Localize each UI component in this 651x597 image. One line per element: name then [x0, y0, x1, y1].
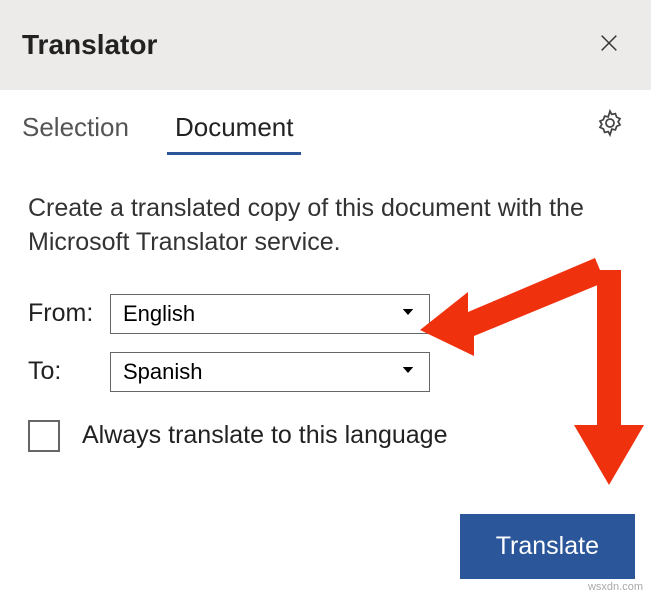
from-language-value: English [123, 301, 195, 327]
always-translate-label: Always translate to this language [82, 421, 448, 450]
always-translate-row: Always translate to this language [28, 420, 623, 452]
from-language-select[interactable]: English [110, 294, 430, 334]
to-row: To: Spanish [28, 352, 623, 392]
panel-header: Translator [0, 0, 651, 90]
tabs-row: Selection Document [0, 90, 651, 152]
from-label: From: [28, 299, 110, 328]
to-language-value: Spanish [123, 359, 203, 385]
chevron-down-icon [399, 301, 417, 327]
settings-button[interactable] [595, 108, 625, 138]
tab-document[interactable]: Document [169, 106, 300, 153]
panel-title: Translator [22, 29, 157, 61]
watermark-text: wsxdn.com [588, 581, 643, 593]
chevron-down-icon [399, 359, 417, 385]
from-row: From: English [28, 294, 623, 334]
description-text: Create a translated copy of this documen… [28, 192, 623, 260]
panel-body: Create a translated copy of this documen… [0, 152, 651, 452]
gear-icon [595, 125, 625, 142]
close-icon [598, 32, 620, 59]
to-label: To: [28, 357, 110, 386]
translate-button[interactable]: Translate [460, 514, 635, 579]
always-translate-checkbox[interactable] [28, 420, 60, 452]
translator-panel: Translator Selection Document Create a t… [0, 0, 651, 597]
close-button[interactable] [589, 25, 629, 65]
to-language-select[interactable]: Spanish [110, 352, 430, 392]
tab-selection[interactable]: Selection [16, 106, 135, 153]
